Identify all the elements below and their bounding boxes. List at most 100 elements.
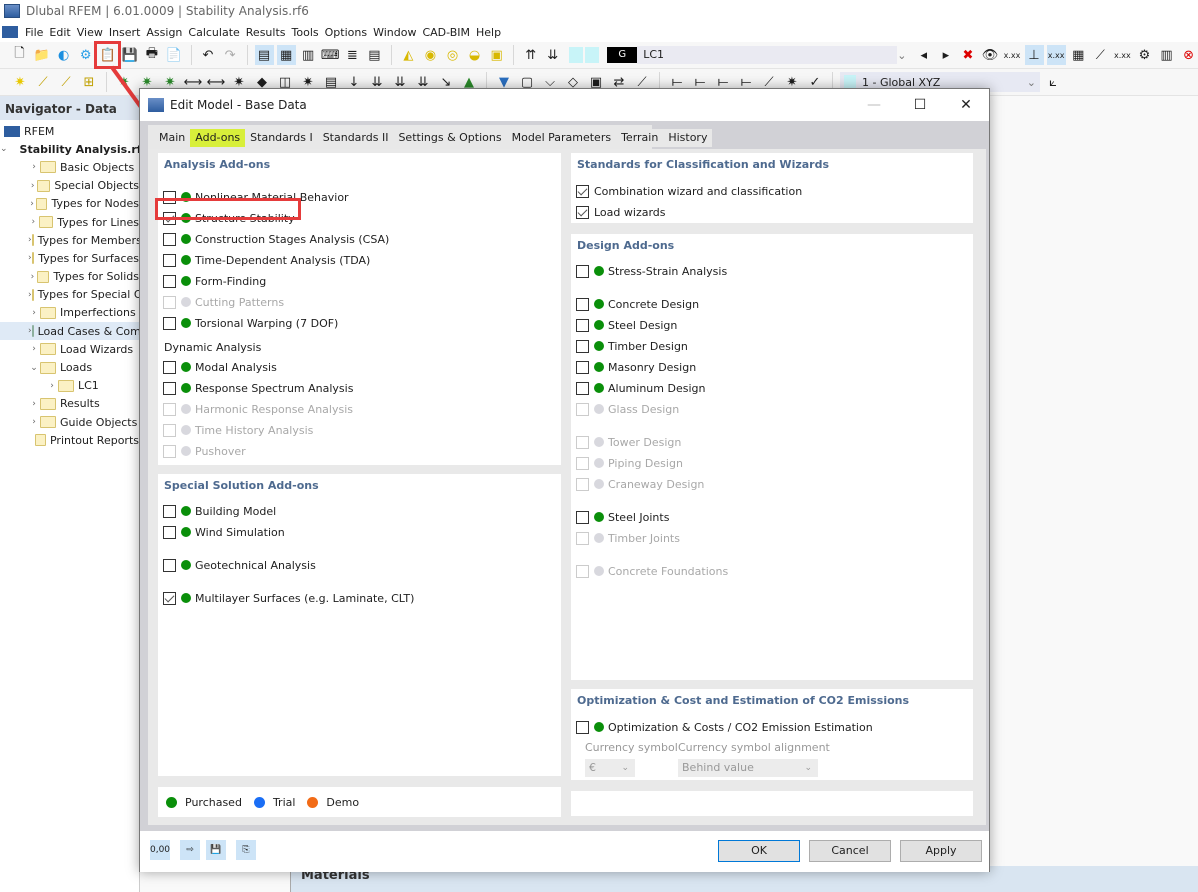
select-polygon-icon[interactable]: ◭ (399, 45, 418, 65)
tab-add-ons[interactable]: Add-ons (190, 129, 246, 147)
settings-icon[interactable]: ⚙ (1135, 45, 1154, 65)
tab-main[interactable]: Main (154, 129, 191, 147)
addon-row-multilayer-surfaces-e-g-laminate-clt[interactable]: Multilayer Surfaces (e.g. Laminate, CLT) (163, 589, 414, 607)
addon-row-modal-analysis[interactable]: Modal Analysis (163, 358, 277, 376)
addon-row-response-spectrum-analysis[interactable]: Response Spectrum Analysis (163, 379, 353, 397)
tab-settings-options[interactable]: Settings & Options (393, 129, 507, 147)
deform-values-icon[interactable]: x.xx (1113, 45, 1132, 65)
nav-file[interactable]: ⌄ Stability Analysis.rf6 (0, 140, 149, 158)
chevron-right-icon[interactable]: › (28, 199, 36, 209)
units-icon[interactable]: 0,00 (150, 840, 170, 860)
script-icon[interactable]: ≣ (343, 45, 362, 65)
steel-design-checkbox[interactable] (576, 318, 589, 332)
nav-item-lc1[interactable]: › LC1 (0, 377, 139, 395)
ok-button[interactable]: OK (718, 840, 800, 862)
webservice-icon[interactable]: ⚙ (76, 45, 95, 65)
zoom-reset-icon[interactable]: ⊗ (1179, 45, 1198, 65)
steel-joints-checkbox[interactable] (576, 510, 589, 524)
menu-results[interactable]: Results (243, 26, 289, 39)
masonry-design-checkbox[interactable] (576, 360, 589, 374)
support-values-icon[interactable]: x.xx (1046, 45, 1066, 65)
select-box-icon[interactable]: ▣ (487, 45, 506, 65)
chevron-right-icon[interactable]: › (28, 308, 40, 318)
nav-item-types-for-nodes[interactable]: › Types for Nodes (0, 195, 139, 213)
modal-analysis-checkbox[interactable] (163, 360, 176, 374)
close-button[interactable]: ✕ (943, 89, 989, 121)
nav-item-types-for-solids[interactable]: › Types for Solids (0, 268, 139, 286)
chevron-right-icon[interactable]: › (28, 181, 37, 191)
new-node-icon[interactable]: ✷ (10, 72, 30, 92)
stress-strain-analysis-checkbox[interactable] (576, 264, 589, 278)
print-report-icon[interactable]: 📄 (164, 45, 183, 65)
tab-standards-1[interactable]: Standards I (245, 129, 318, 147)
addon-row-geotechnical-analysis[interactable]: Geotechnical Analysis (163, 556, 316, 574)
timber-design-checkbox[interactable] (576, 339, 589, 353)
menu-edit[interactable]: Edit (46, 26, 73, 39)
load-case-value[interactable]: LC1 (637, 46, 838, 64)
redo-icon[interactable]: ↷ (221, 45, 240, 65)
maximize-button[interactable]: ☐ (897, 89, 943, 121)
nav-item-printout-reports[interactable]: Printout Reports (0, 431, 139, 449)
menu-calculate[interactable]: Calculate (185, 26, 242, 39)
print-icon[interactable]: 🖶 (142, 45, 161, 65)
filter-clear-icon[interactable]: ✖ (958, 45, 977, 65)
addon-row-construction-stages-analysis-csa[interactable]: Construction Stages Analysis (CSA) (163, 230, 389, 248)
edit-model-base-data-icon[interactable]: 📋 (94, 41, 122, 69)
addon-row-stress-strain-analysis[interactable]: Stress-Strain Analysis (576, 262, 727, 280)
nav-item-results[interactable]: › Results (0, 395, 139, 413)
chevron-down-icon[interactable]: ⌄ (0, 144, 8, 154)
chevron-right-icon[interactable]: › (28, 399, 40, 409)
addon-row-steel-joints[interactable]: Steel Joints (576, 508, 669, 526)
menu-file[interactable]: File (22, 26, 46, 39)
wind-simulation-checkbox[interactable] (163, 525, 176, 539)
menu-help[interactable]: Help (473, 26, 504, 39)
chevron-right-icon[interactable]: › (28, 217, 39, 227)
new-member-icon[interactable]: ⟋ (56, 72, 76, 92)
new-surface-icon[interactable]: ⊞ (79, 72, 99, 92)
menu-options[interactable]: Options (322, 26, 370, 39)
chevron-right-icon[interactable]: › (28, 417, 40, 427)
addon-row-concrete-design[interactable]: Concrete Design (576, 295, 699, 313)
dlubal-center-icon[interactable]: ◐ (54, 45, 73, 65)
values-icon[interactable]: x.xx (1003, 45, 1022, 65)
select-free-icon[interactable]: ◒ (465, 45, 484, 65)
select-ring-icon[interactable]: ◎ (443, 45, 462, 65)
nav-item-load-cases-combinations[interactable]: › Load Cases & Combinations (0, 322, 191, 341)
menu-view[interactable]: View (74, 26, 106, 39)
load-down-icon[interactable]: ⇊ (543, 45, 562, 65)
currency-symbol-select[interactable]: € ⌄ (585, 759, 635, 777)
addon-row-building-model[interactable]: Building Model (163, 502, 276, 520)
chevron-right-icon[interactable]: › (28, 344, 40, 354)
optimization-checkbox[interactable] (576, 720, 589, 734)
chevron-down-icon[interactable]: ⌄ (28, 363, 40, 373)
response-spectrum-analysis-checkbox[interactable] (163, 381, 176, 395)
nav-item-guide-objects[interactable]: › Guide Objects (0, 413, 139, 431)
load-wizards-checkbox[interactable] (576, 205, 589, 219)
new-model-icon[interactable]: 🗋 (10, 45, 29, 65)
building-model-checkbox[interactable] (163, 504, 176, 518)
save-icon[interactable]: 💾 (120, 45, 139, 65)
nav-root[interactable]: RFEM (0, 122, 139, 140)
cancel-button[interactable]: Cancel (809, 840, 891, 862)
tables-toggle-icon[interactable]: ▦ (276, 45, 296, 65)
deformation-icon[interactable]: ⟋ (1091, 45, 1110, 65)
multilayer-surfaces-e-g-laminate-clt-checkbox[interactable] (163, 591, 176, 605)
menu-assign[interactable]: Assign (143, 26, 185, 39)
nav-item-basic-objects[interactable]: › Basic Objects (0, 158, 139, 176)
tab-model-parameters[interactable]: Model Parameters (506, 129, 617, 147)
time-dependent-analysis-tda-checkbox[interactable] (163, 253, 176, 267)
menu-cad-bim[interactable]: CAD-BIM (419, 26, 473, 39)
nav-item-special-objects[interactable]: › Special Objects (0, 177, 139, 195)
addon-row-load-wizards[interactable]: Load wizards (576, 203, 666, 221)
nav-item-types-for-surfaces[interactable]: › Types for Surfaces (0, 249, 139, 267)
concrete-design-checkbox[interactable] (576, 297, 589, 311)
properties-icon[interactable]: ▥ (299, 45, 318, 65)
load-case-selector[interactable]: G LC1 ⌄ (569, 46, 911, 64)
axes-icon[interactable]: ⟀ (1043, 72, 1063, 92)
grid-results-icon[interactable]: ▦ (1069, 45, 1088, 65)
minimize-button[interactable]: — (851, 89, 897, 121)
nav-item-types-for-members[interactable]: › Types for Members (0, 231, 142, 249)
nav-item-types-for-lines[interactable]: › Types for Lines (0, 213, 139, 231)
addon-row-wind-simulation[interactable]: Wind Simulation (163, 523, 285, 541)
chevron-down-icon[interactable]: ⌄ (897, 49, 911, 62)
